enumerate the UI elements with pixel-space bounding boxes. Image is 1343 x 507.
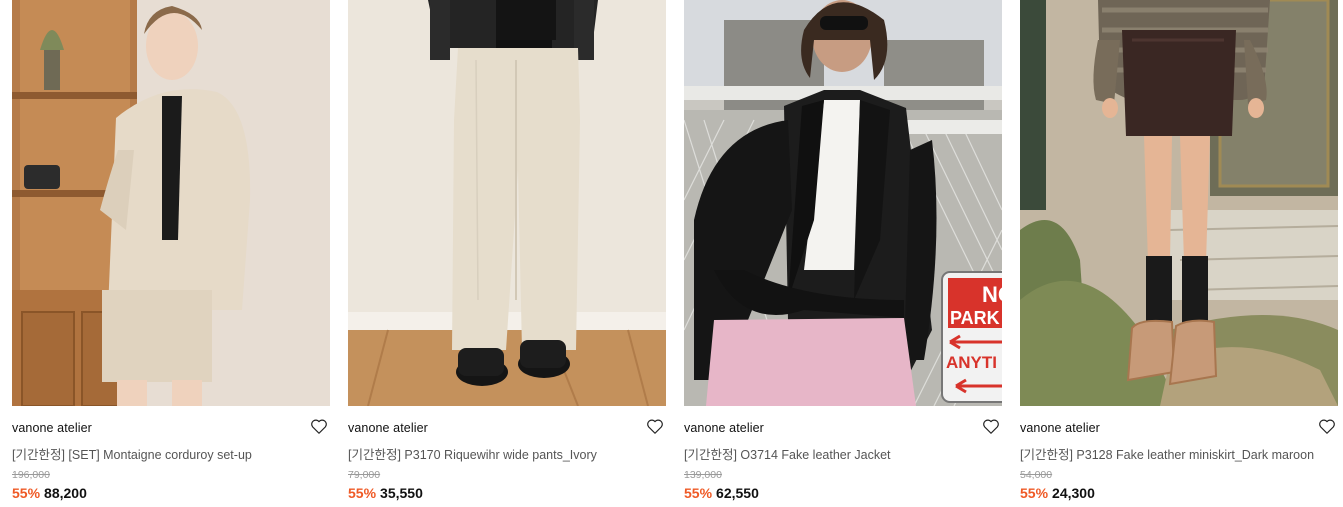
sale-price: 62,550	[716, 485, 759, 501]
price-row: 55% 62,550	[684, 485, 759, 501]
heart-outline-icon[interactable]	[646, 418, 664, 435]
original-price: 196,000	[12, 469, 50, 481]
discount-rate: 55%	[684, 485, 713, 501]
discount-rate: 55%	[348, 485, 377, 501]
product-name[interactable]: [기간한정] [SET] Montaigne corduroy set-up	[12, 444, 252, 463]
price-row: 55% 24,300	[1020, 485, 1095, 501]
product-image[interactable]: NO PARK ANYTI	[684, 0, 1002, 406]
brand-name[interactable]: vanone atelier	[12, 421, 92, 435]
heart-outline-icon[interactable]	[982, 418, 1000, 435]
original-price: 139,000	[684, 469, 722, 481]
sign-text-anytime: ANYTI	[946, 353, 997, 372]
brand-name[interactable]: vanone atelier	[348, 421, 428, 435]
product-card[interactable]: vanone atelier [기간한정] P3128 Fake leather…	[1020, 0, 1338, 507]
price-row: 55% 88,200	[12, 485, 87, 501]
product-name[interactable]: [기간한정] O3714 Fake leather Jacket	[684, 444, 891, 463]
discount-rate: 55%	[12, 485, 41, 501]
heart-outline-icon[interactable]	[1318, 418, 1336, 435]
product-grid: vanone atelier [기간한정] [SET] Montaigne co…	[0, 0, 1343, 507]
product-card[interactable]: NO PARK ANYTI vanone atelier	[684, 0, 1002, 507]
product-image[interactable]	[1020, 0, 1338, 406]
product-name[interactable]: [기간한정] P3128 Fake leather miniskirt_Dark…	[1020, 444, 1314, 463]
sale-price: 24,300	[1052, 485, 1095, 501]
heart-outline-icon[interactable]	[310, 418, 328, 435]
product-name[interactable]: [기간한정] P3170 Riquewihr wide pants_Ivory	[348, 444, 597, 463]
brand-name[interactable]: vanone atelier	[684, 421, 764, 435]
product-image[interactable]	[348, 0, 666, 406]
product-card[interactable]: vanone atelier [기간한정] P3170 Riquewihr wi…	[348, 0, 666, 507]
sale-price: 35,550	[380, 485, 423, 501]
brand-name[interactable]: vanone atelier	[1020, 421, 1100, 435]
sale-price: 88,200	[44, 485, 87, 501]
product-image[interactable]	[12, 0, 330, 406]
sign-text-no: NO	[982, 282, 1002, 307]
price-row: 55% 35,550	[348, 485, 423, 501]
original-price: 54,000	[1020, 469, 1053, 481]
discount-rate: 55%	[1020, 485, 1049, 501]
product-card[interactable]: vanone atelier [기간한정] [SET] Montaigne co…	[12, 0, 330, 507]
sign-text-park: PARK	[950, 308, 1000, 328]
original-price: 79,000	[348, 469, 381, 481]
